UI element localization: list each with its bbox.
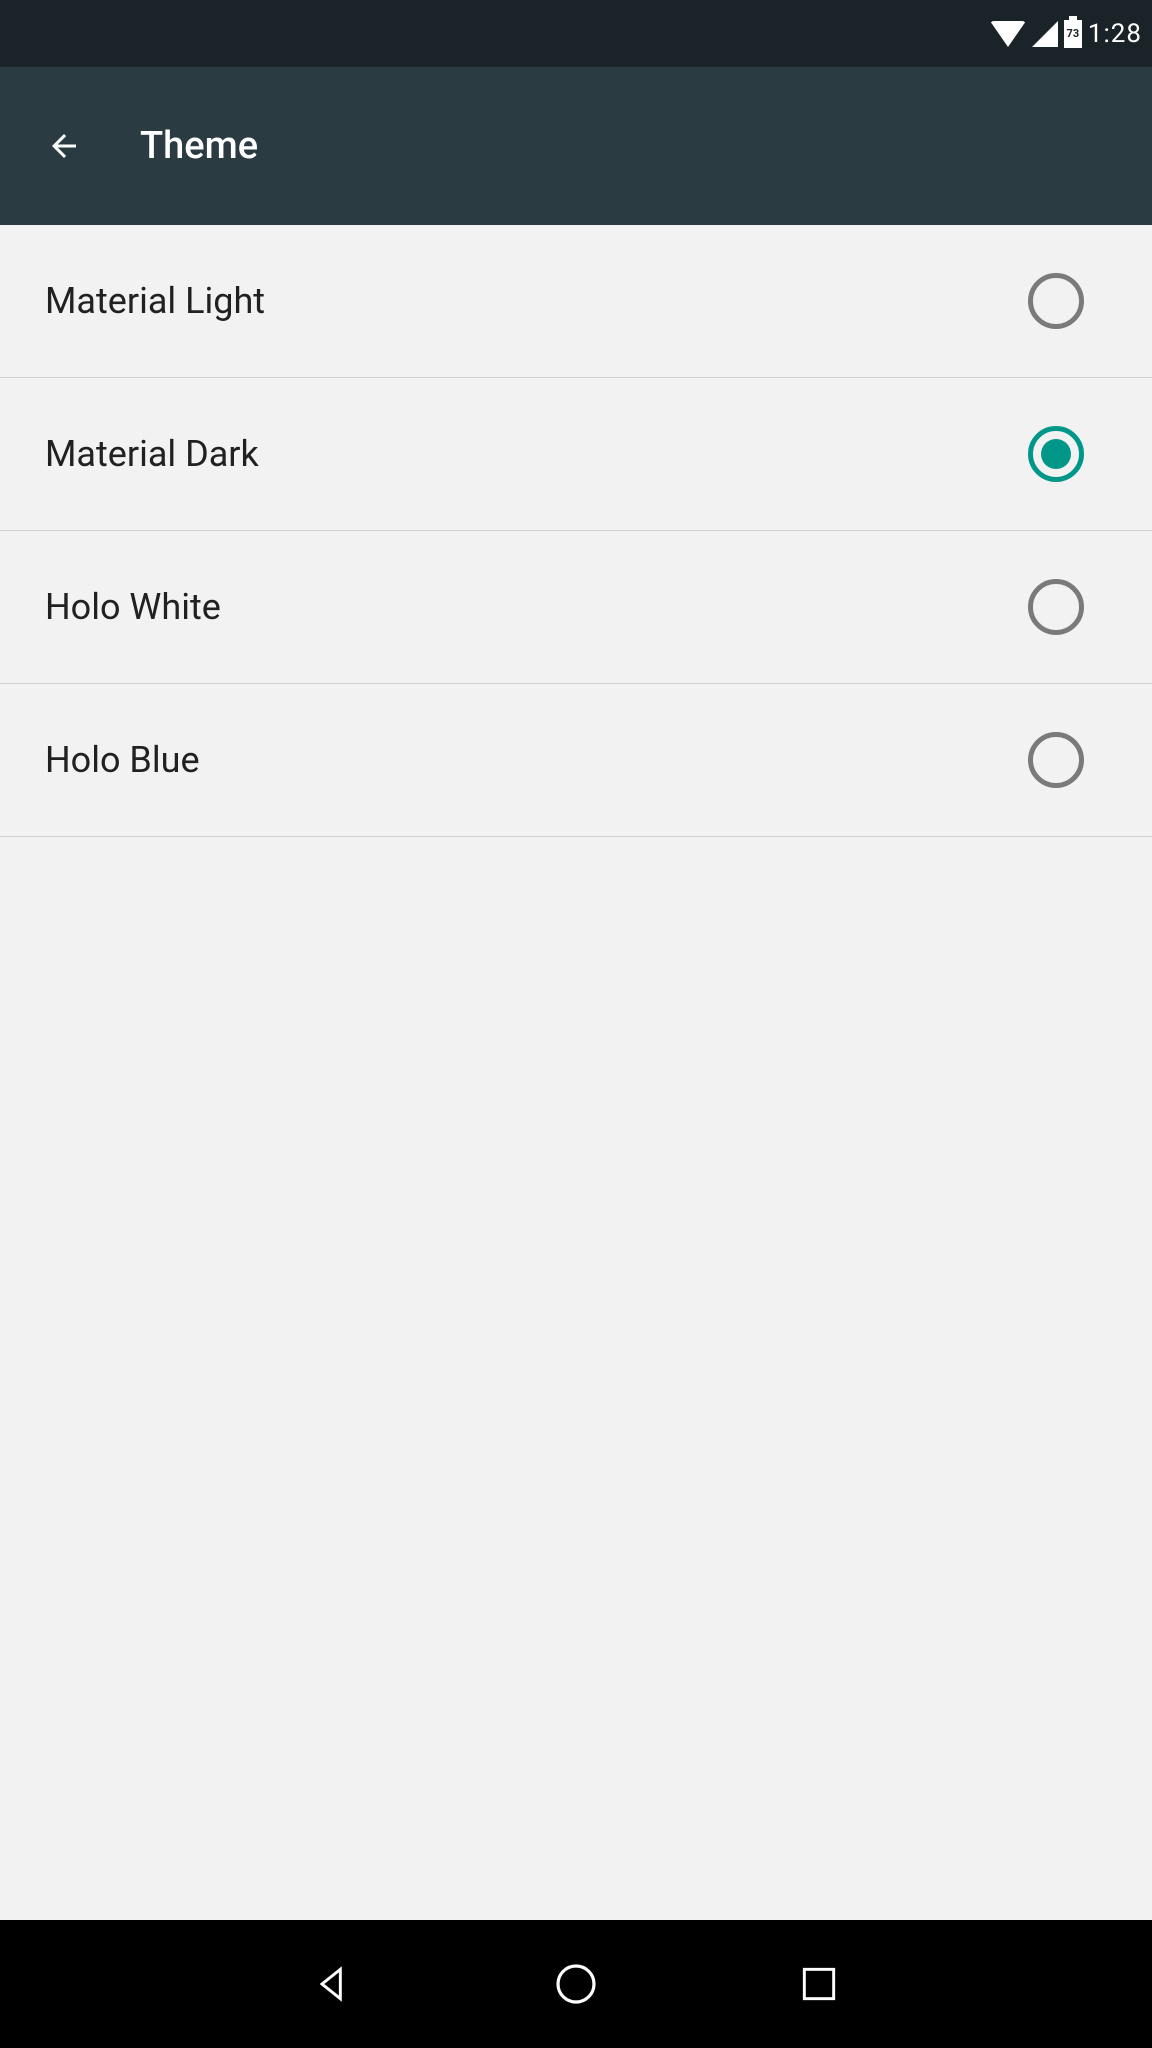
battery-level: 73 (1067, 27, 1080, 40)
back-button[interactable] (44, 126, 84, 166)
theme-label: Material Dark (45, 433, 259, 475)
radio-inner-icon (1041, 439, 1071, 469)
theme-list: Material Light Material Dark Holo White … (0, 225, 1152, 837)
theme-option-holo-white[interactable]: Holo White (0, 531, 1152, 684)
nav-home-icon (552, 1960, 600, 2008)
app-bar: Theme (0, 67, 1152, 225)
page-title: Theme (140, 124, 258, 168)
theme-option-material-light[interactable]: Material Light (0, 225, 1152, 378)
battery-icon: 73 (1064, 20, 1082, 48)
theme-option-holo-blue[interactable]: Holo Blue (0, 684, 1152, 837)
wifi-icon (990, 21, 1026, 47)
radio-button[interactable] (1028, 732, 1084, 788)
nav-recent-icon (797, 1962, 841, 2006)
nav-recent-button[interactable] (789, 1954, 849, 2014)
nav-home-button[interactable] (546, 1954, 606, 2014)
status-bar: 73 1:28 (0, 0, 1152, 67)
navigation-bar (0, 1920, 1152, 2048)
theme-label: Holo Blue (45, 739, 200, 781)
arrow-back-icon (46, 128, 82, 164)
theme-label: Holo White (45, 586, 221, 628)
theme-label: Material Light (45, 280, 265, 322)
status-icons: 73 1:28 (990, 19, 1142, 49)
signal-icon (1032, 21, 1058, 47)
nav-back-button[interactable] (303, 1954, 363, 2014)
theme-option-material-dark[interactable]: Material Dark (0, 378, 1152, 531)
radio-button[interactable] (1028, 579, 1084, 635)
clock: 1:28 (1088, 19, 1142, 49)
nav-back-icon (311, 1962, 355, 2006)
radio-button[interactable] (1028, 426, 1084, 482)
radio-button[interactable] (1028, 273, 1084, 329)
